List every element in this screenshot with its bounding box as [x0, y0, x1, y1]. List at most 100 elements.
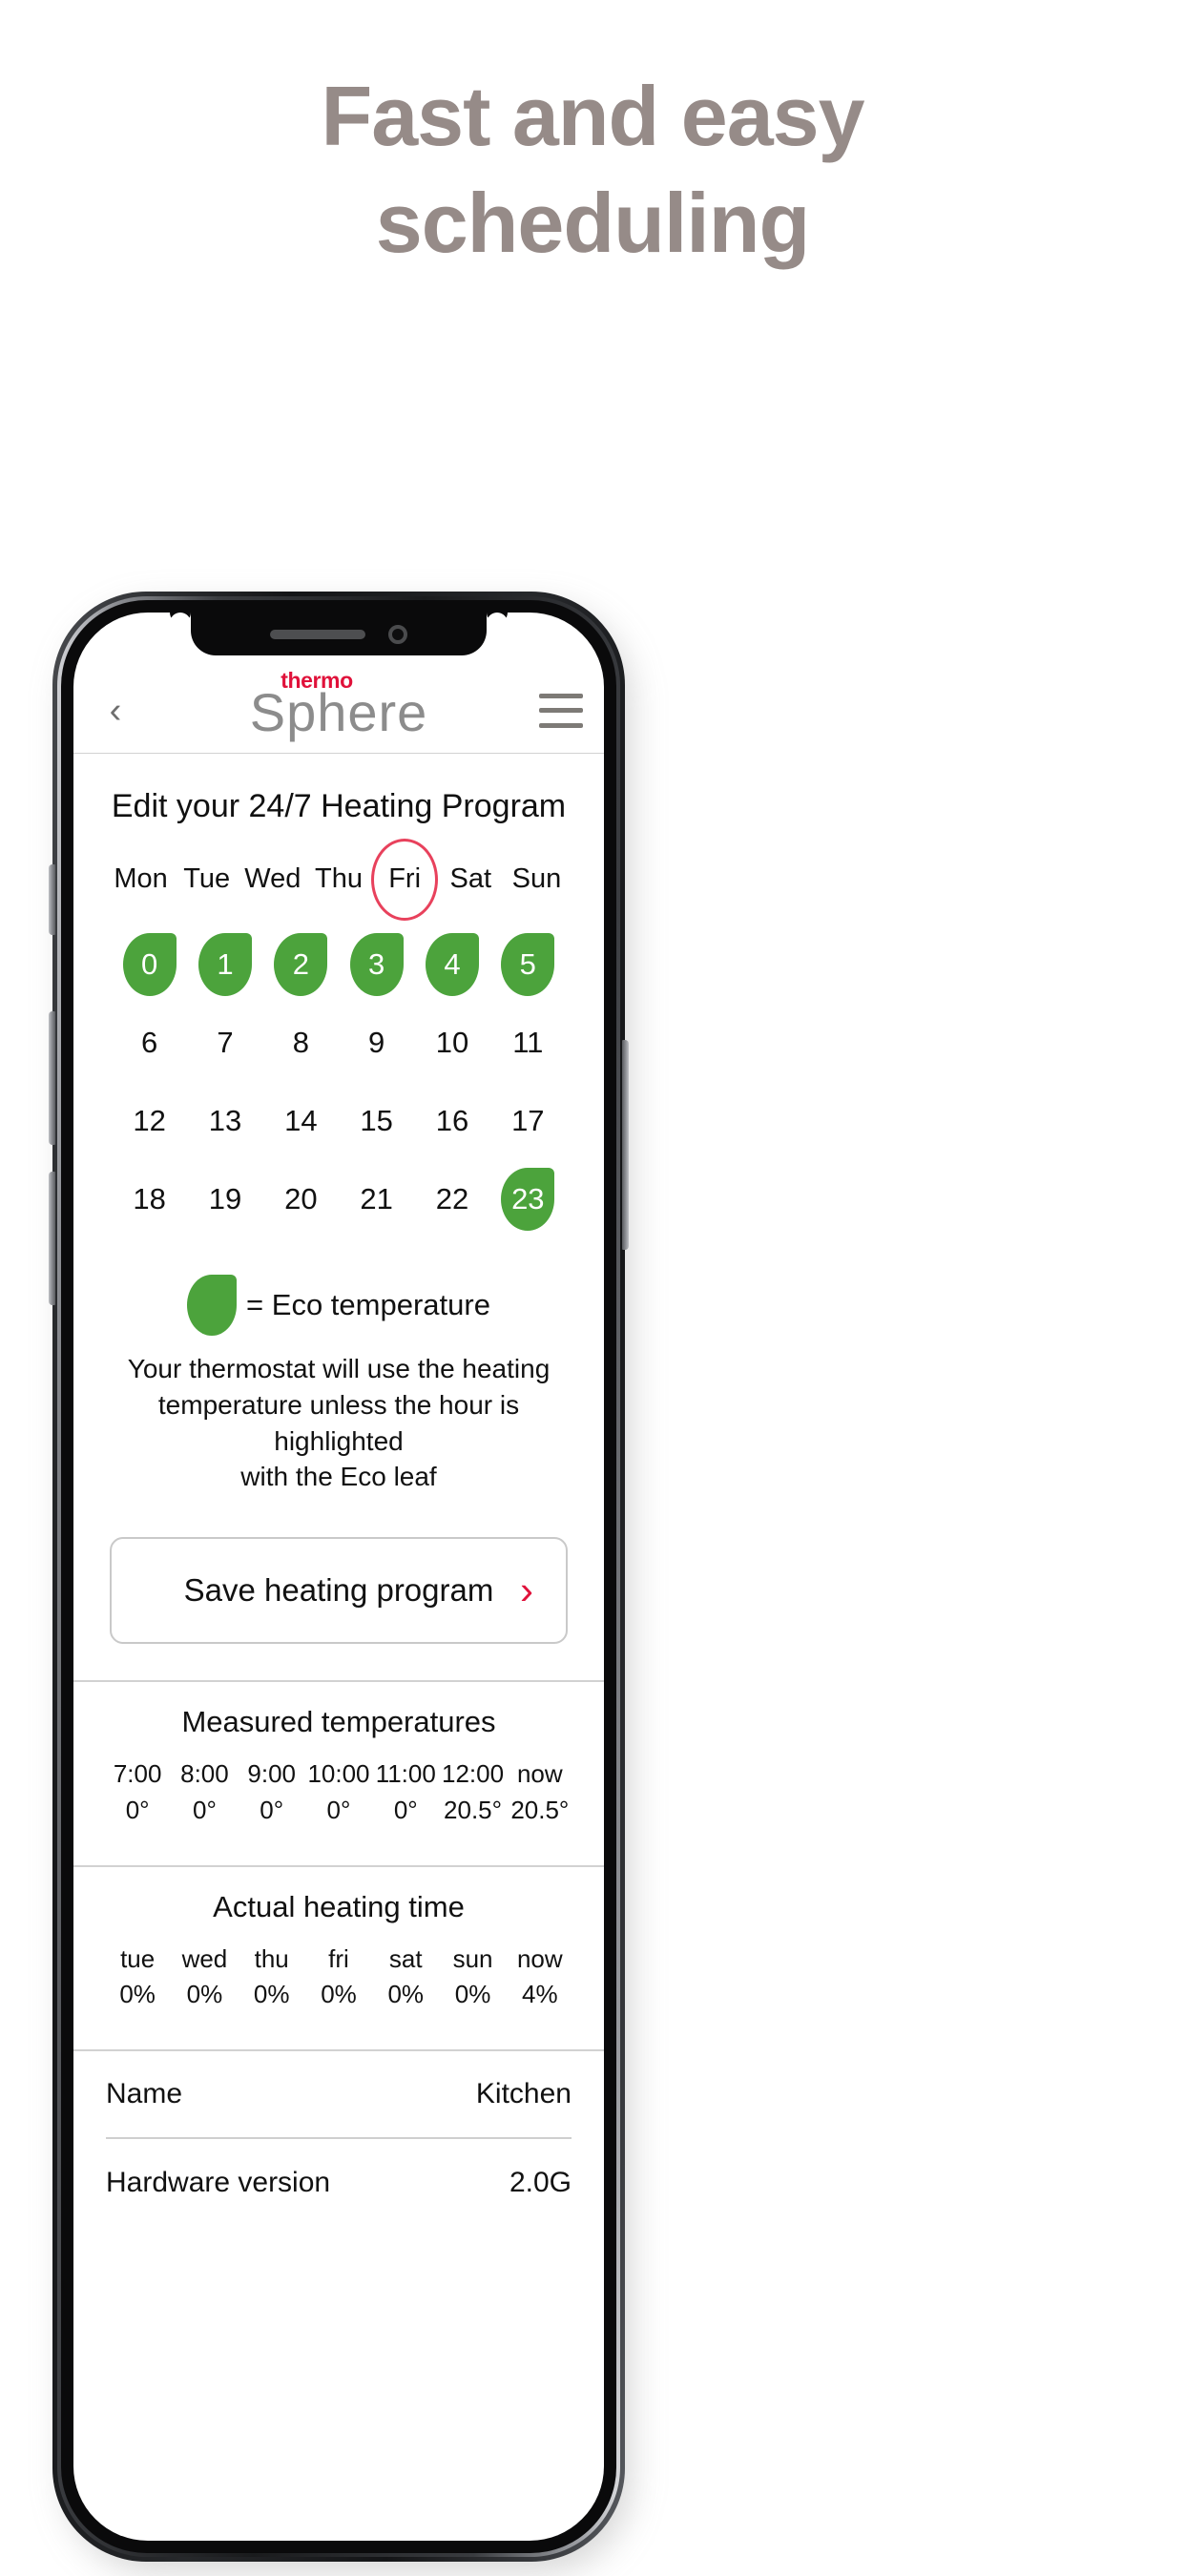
actual-heating-time-section: Actual heating time tue 0% wed 0% thu 0% fr…	[73, 1867, 604, 2013]
day-label: Thu	[315, 863, 363, 894]
day-wed[interactable]: Wed	[239, 854, 305, 904]
hamburger-menu-icon[interactable]	[539, 693, 583, 728]
volume-down-button[interactable]	[49, 1172, 55, 1305]
hour-label: 17	[511, 1104, 545, 1137]
actual-heating-time-row: tue 0% wed 0% thu 0% fri 0% sat 0% sun 0% now 4…	[94, 1942, 583, 2013]
hour-cell[interactable]: 18	[112, 1168, 187, 1231]
back-icon[interactable]: ‹	[94, 690, 136, 732]
measured-time: 10:00	[307, 1759, 370, 1789]
hour-label: 12	[133, 1104, 166, 1137]
hour-label: 13	[208, 1104, 242, 1137]
hour-label: 16	[435, 1104, 469, 1137]
heating-day: tue	[120, 1943, 156, 1973]
measured-time: 7:00	[113, 1759, 162, 1789]
hour-cell[interactable]: 8	[263, 1011, 339, 1074]
hour-cell[interactable]: 4	[414, 933, 489, 996]
device-info-row-name[interactable]: Name Kitchen	[106, 2051, 572, 2139]
hour-label: 9	[368, 1026, 385, 1059]
heating-day: fri	[328, 1943, 349, 1973]
hour-cell[interactable]: 9	[339, 1011, 414, 1074]
heating-value: 0%	[454, 1980, 491, 2009]
hour-label: 1	[217, 947, 234, 981]
measured-value: 0°	[125, 1795, 150, 1824]
heating-value: 0%	[253, 1980, 290, 2009]
hour-cell[interactable]: 14	[263, 1090, 339, 1153]
hour-cell[interactable]: 19	[187, 1168, 262, 1231]
heating-column: tue 0%	[104, 1942, 171, 2013]
hour-label: 22	[435, 1182, 469, 1215]
hour-label: 3	[368, 947, 385, 981]
hour-label: 5	[519, 947, 536, 981]
power-button[interactable]	[622, 1040, 629, 1250]
hour-cell[interactable]: 10	[414, 1011, 489, 1074]
heating-value: 0%	[321, 1980, 357, 2009]
hour-cell[interactable]: 20	[263, 1168, 339, 1231]
hour-cell[interactable]: 17	[490, 1090, 566, 1153]
hour-cell[interactable]: 0	[112, 933, 187, 996]
measured-value: 0°	[326, 1795, 351, 1824]
mute-switch-button[interactable]	[49, 864, 55, 935]
device-info-value: Kitchen	[475, 2077, 572, 2109]
hour-cell[interactable]: 2	[263, 933, 339, 996]
save-heating-program-button[interactable]: Save heating program ›	[110, 1537, 568, 1645]
phone-body: ‹ thermo Sphere Edit your 24/7 Heating P…	[49, 592, 629, 2562]
hour-label: 21	[360, 1182, 393, 1215]
device-info-value: 2.0G	[509, 2166, 572, 2198]
hour-row: 12 13 14 15 16 17	[112, 1090, 566, 1153]
chevron-right-icon: ›	[520, 1568, 533, 1613]
day-label: Fri	[388, 863, 422, 894]
hour-row: 18 19 20 21 22 23	[112, 1168, 566, 1231]
measured-time: now	[516, 1759, 563, 1789]
measured-temperatures-title: Measured temperatures	[181, 1705, 496, 1739]
hour-label: 15	[360, 1104, 393, 1137]
save-button-label: Save heating program	[183, 1572, 494, 1609]
day-label: Sat	[449, 863, 492, 894]
hour-cell[interactable]: 21	[339, 1168, 414, 1231]
measured-temperatures-section: Measured temperatures 7:00 0° 8:00 0° 9:00…	[73, 1682, 604, 1828]
day-tue[interactable]: Tue	[174, 854, 239, 904]
measured-value: 20.5°	[510, 1795, 570, 1824]
hour-cell[interactable]: 13	[187, 1090, 262, 1153]
day-mon[interactable]: Mon	[108, 854, 174, 904]
hour-cell[interactable]: 6	[112, 1011, 187, 1074]
phone-rim: ‹ thermo Sphere Edit your 24/7 Heating P…	[57, 596, 620, 2557]
hour-label: 19	[208, 1182, 242, 1215]
hour-cell[interactable]: 7	[187, 1011, 262, 1074]
device-info-row-hardware-version[interactable]: Hardware version 2.0G	[106, 2139, 572, 2227]
day-sun[interactable]: Sun	[504, 854, 570, 904]
measured-column: 12:00 20.5°	[439, 1756, 506, 1828]
day-fri[interactable]: Fri	[372, 854, 438, 904]
hour-grid: 0 1 2 3 4 5 6 7 8 9 10 11 12 13 14 15 16…	[73, 904, 604, 1231]
day-sat[interactable]: Sat	[438, 854, 504, 904]
heating-value: 0%	[387, 1980, 425, 2009]
hour-cell[interactable]: 11	[490, 1011, 566, 1074]
notch	[191, 613, 487, 655]
phone-mockup: ‹ thermo Sphere Edit your 24/7 Heating P…	[49, 592, 644, 2576]
heating-day: now	[516, 1943, 563, 1973]
heating-day: sun	[452, 1943, 493, 1973]
hour-cell[interactable]: 1	[187, 933, 262, 996]
hour-label: 14	[284, 1104, 318, 1137]
measured-value: 0°	[393, 1795, 418, 1824]
hour-cell[interactable]: 16	[414, 1090, 489, 1153]
hour-cell[interactable]: 3	[339, 933, 414, 996]
device-info-list: Name Kitchen Hardware version 2.0G	[73, 2051, 604, 2227]
volume-up-button[interactable]	[49, 1011, 55, 1145]
hour-cell[interactable]: 23	[490, 1168, 566, 1231]
heating-column: thu 0%	[239, 1942, 305, 2013]
hour-cell[interactable]: 22	[414, 1168, 489, 1231]
heating-column: now 4%	[507, 1942, 573, 2013]
measured-time: 12:00	[442, 1759, 505, 1789]
heating-day: sat	[388, 1943, 423, 1973]
hamburger-bar-2	[539, 708, 583, 713]
heating-day: thu	[254, 1943, 289, 1973]
heating-value: 0%	[119, 1980, 156, 2009]
hour-cell[interactable]: 12	[112, 1090, 187, 1153]
day-thu[interactable]: Thu	[305, 854, 371, 904]
hour-cell[interactable]: 15	[339, 1090, 414, 1153]
app-bar: ‹ thermo Sphere	[73, 668, 604, 754]
measured-temperatures-row: 7:00 0° 8:00 0° 9:00 0° 10:00 0° 11:00 0° 12:…	[94, 1756, 583, 1828]
day-label: Wed	[244, 863, 301, 894]
measured-time: 9:00	[247, 1759, 296, 1789]
hour-cell[interactable]: 5	[490, 933, 566, 996]
